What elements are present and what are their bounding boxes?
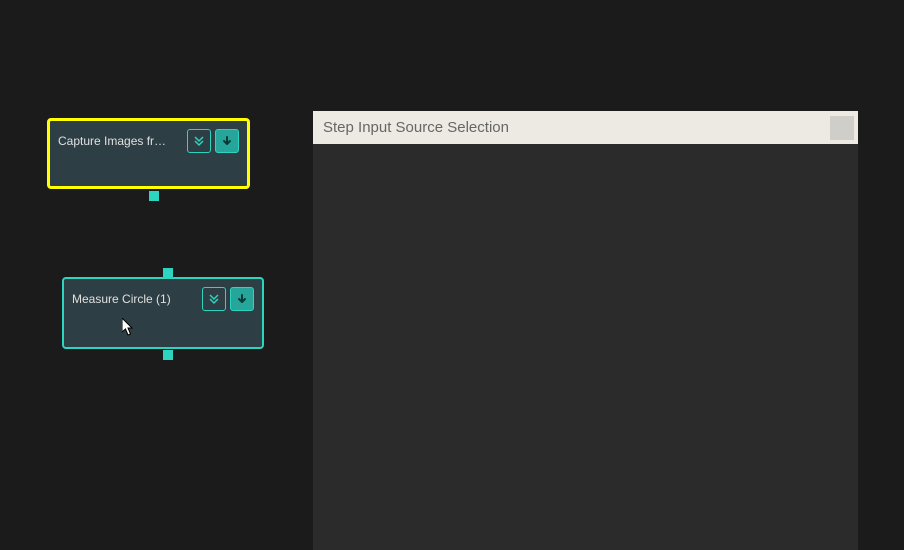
panel-close-button[interactable] [830,116,854,140]
node-title: Capture Images fro… [58,134,178,148]
node-expand-button[interactable] [187,129,211,153]
node-expand-button[interactable] [202,287,226,311]
output-port[interactable] [162,349,174,361]
node-title: Measure Circle (1) [72,292,179,306]
output-port[interactable] [148,190,160,202]
arrow-down-icon [236,293,248,305]
node-action-button[interactable] [215,129,239,153]
panel-header: Step Input Source Selection [313,111,858,144]
node-action-button[interactable] [230,287,254,311]
input-source-panel: Step Input Source Selection [313,111,858,550]
node-measure-circle[interactable]: Measure Circle (1) [62,277,264,349]
chevron-down-double-icon [207,292,221,306]
arrow-down-icon [221,135,233,147]
node-capture-images[interactable]: Capture Images fro… [47,118,250,189]
panel-title: Step Input Source Selection [323,119,509,136]
chevron-down-double-icon [192,134,206,148]
